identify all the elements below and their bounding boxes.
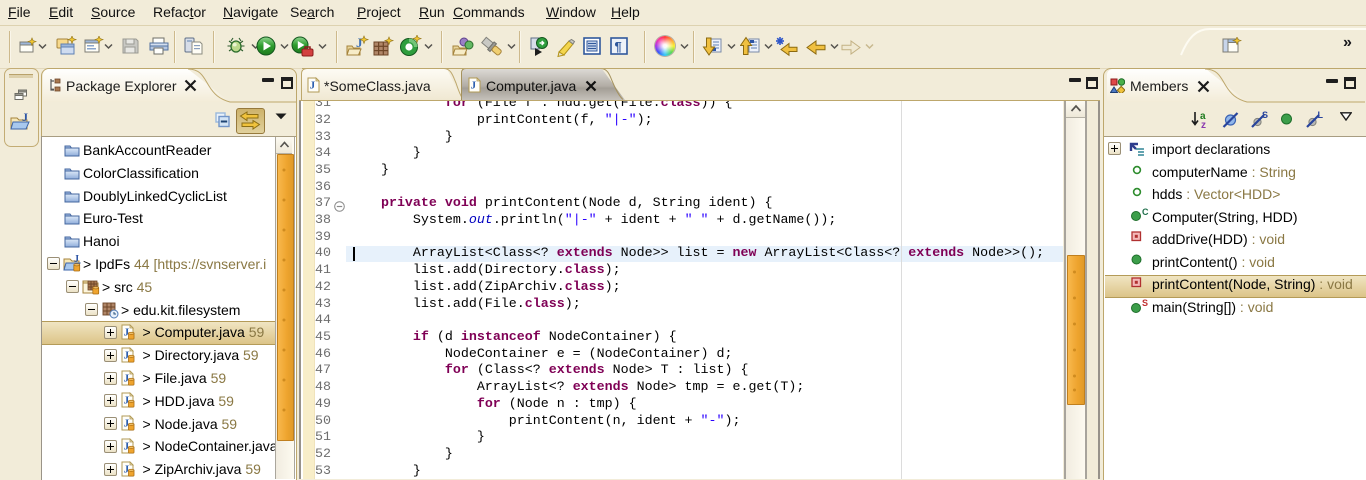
svg-text:¶: ¶ bbox=[615, 39, 622, 54]
svg-text:C: C bbox=[1142, 207, 1149, 217]
svg-text:z: z bbox=[1201, 120, 1206, 129]
svg-text:S: S bbox=[1142, 298, 1148, 308]
svg-text:J: J bbox=[22, 112, 28, 124]
svg-text:J: J bbox=[356, 35, 363, 50]
